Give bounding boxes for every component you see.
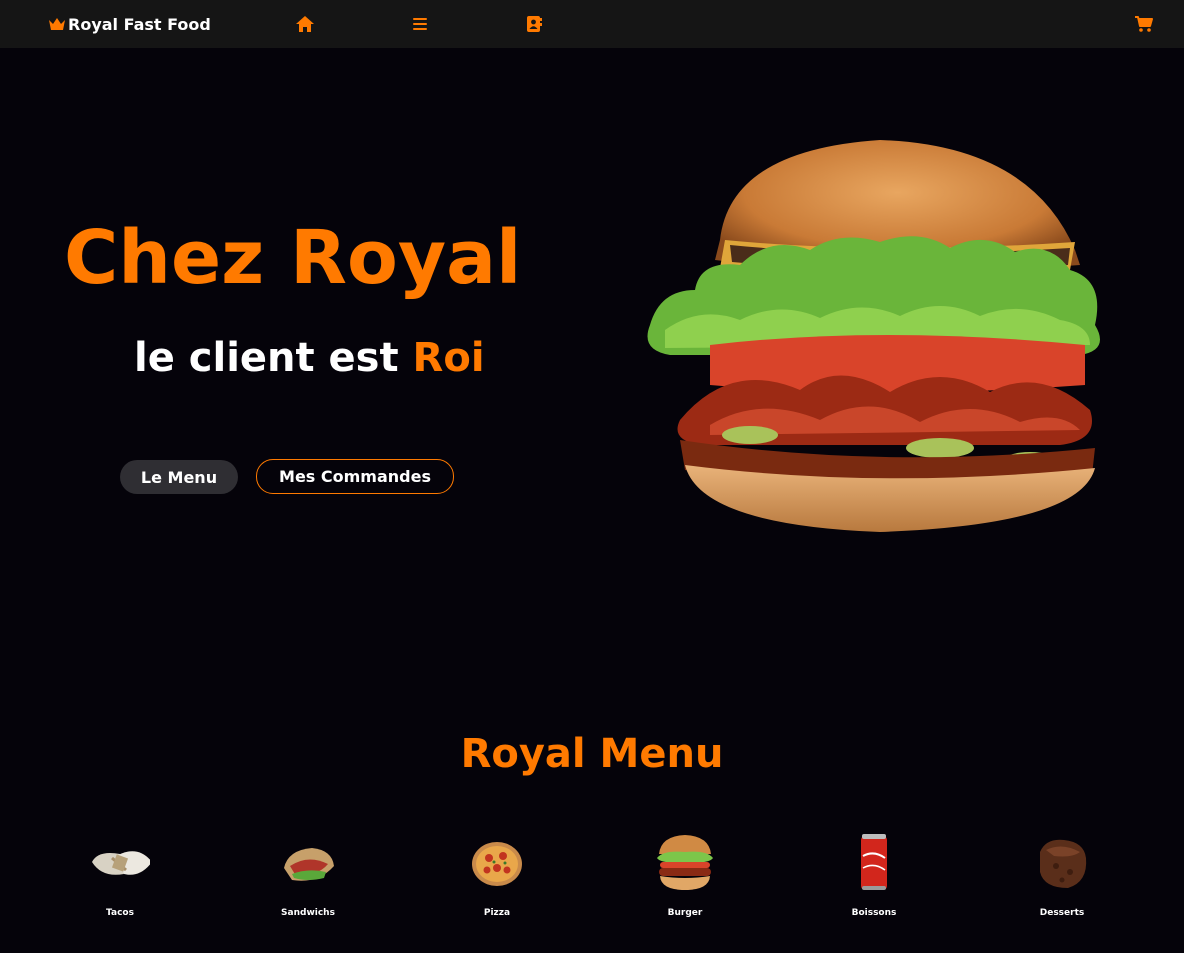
brand-logo[interactable]: Royal Fast Food [48, 13, 211, 35]
menu-heading: Royal Menu [460, 731, 724, 777]
hero-subtitle-accent: Roi [412, 335, 485, 381]
category-label: Burger [667, 908, 703, 918]
category-label: Boissons [851, 908, 897, 918]
hero-title: Chez Royal [64, 215, 522, 301]
category-desserts[interactable]: Desserts [1002, 830, 1122, 925]
category-label: Desserts [1039, 908, 1085, 918]
soda-can-image [861, 834, 887, 890]
category-label: Pizza [483, 908, 511, 918]
cart-icon[interactable] [1134, 14, 1154, 34]
category-boissons[interactable]: Boissons [814, 830, 934, 925]
brand-name: Royal Fast Food [68, 14, 211, 34]
hero-subtitle: le client est Roi [134, 332, 485, 384]
brownie-image [1040, 839, 1087, 888]
hero-burger-image [647, 140, 1100, 532]
crown-icon [49, 18, 65, 30]
home-icon[interactable] [295, 14, 315, 34]
hero-subtitle-text: le client est [134, 335, 413, 381]
category-label: Tacos [106, 908, 134, 918]
contact-book-icon[interactable] [524, 14, 544, 34]
menu-list-icon[interactable] [410, 14, 430, 34]
category-burger[interactable]: Burger [625, 830, 745, 925]
le-menu-button[interactable]: Le Menu [120, 460, 238, 494]
category-label: Sandwichs [281, 908, 335, 918]
sandwich-image [284, 848, 334, 881]
category-sandwichs[interactable]: Sandwichs [248, 830, 368, 925]
navbar: Royal Fast Food [0, 0, 1184, 48]
burger-image [657, 835, 713, 890]
pizza-image [472, 842, 522, 886]
category-tacos[interactable]: Tacos [60, 830, 180, 925]
category-pizza[interactable]: Pizza [437, 830, 557, 925]
tacos-image [92, 851, 150, 875]
mes-commandes-button[interactable]: Mes Commandes [256, 459, 454, 494]
